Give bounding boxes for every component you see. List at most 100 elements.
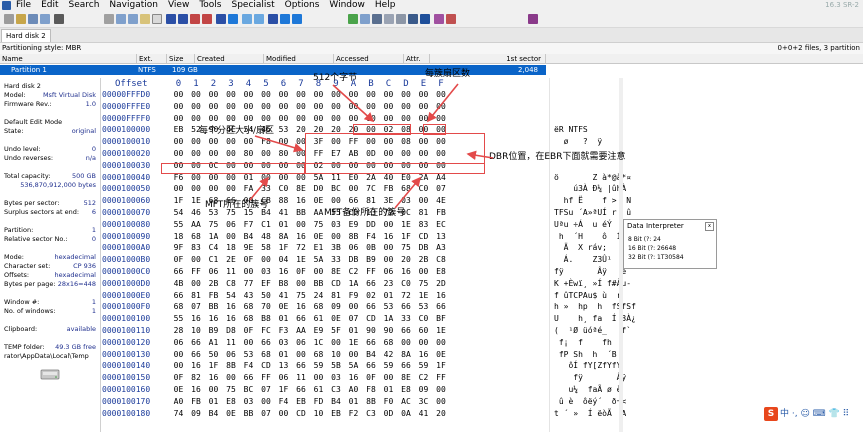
hex-byte[interactable]: B9 bbox=[206, 326, 221, 336]
hex-byte[interactable]: 16 bbox=[416, 350, 431, 360]
hex-row[interactable]: 0000100040 F6 00 00 00 01 00 00 00 5A 11 E0 2A 40 E0 2A… bbox=[101, 173, 549, 183]
hex-byte[interactable]: 48 bbox=[259, 232, 274, 242]
hex-byte[interactable]: 01 bbox=[276, 350, 291, 360]
image-icon[interactable] bbox=[360, 14, 370, 24]
hex-byte[interactable]: 01 bbox=[241, 173, 256, 183]
hex-byte[interactable]: 53 bbox=[276, 125, 291, 135]
hex-byte[interactable]: F3 bbox=[276, 326, 291, 336]
ascii-row[interactable]: f¡ f fh bbox=[554, 338, 612, 348]
hex-byte[interactable]: 07 bbox=[434, 184, 449, 194]
hex-byte[interactable]: 16 bbox=[276, 267, 291, 277]
hex-byte[interactable]: 5F bbox=[329, 326, 344, 336]
hex-byte[interactable]: 00 bbox=[259, 90, 274, 100]
hex-byte[interactable]: 00 bbox=[171, 114, 186, 124]
hex-byte[interactable]: 16 bbox=[346, 373, 361, 383]
hex-byte[interactable]: C0 bbox=[416, 184, 431, 194]
find-hex-icon[interactable] bbox=[178, 14, 188, 24]
hex-byte[interactable]: 06 bbox=[381, 267, 396, 277]
hex-byte[interactable]: 59 bbox=[381, 361, 396, 371]
hex-byte[interactable]: E9 bbox=[346, 220, 361, 230]
hex-byte[interactable]: 66 bbox=[259, 338, 274, 348]
hex-byte[interactable]: FD bbox=[311, 397, 326, 407]
hex-byte[interactable]: 01 bbox=[276, 220, 291, 230]
col-header-name[interactable]: Name bbox=[0, 54, 137, 64]
hex-byte[interactable]: 1F bbox=[276, 385, 291, 395]
hex-byte[interactable]: 0E bbox=[329, 314, 344, 324]
hex-byte[interactable]: 00 bbox=[224, 102, 239, 112]
hex-byte[interactable]: 00 bbox=[364, 90, 379, 100]
hex-byte[interactable]: 1F bbox=[434, 361, 449, 371]
hex-byte[interactable]: C8 bbox=[434, 255, 449, 265]
hex-byte[interactable]: 16 bbox=[224, 302, 239, 312]
hex-byte[interactable]: 66 bbox=[171, 267, 186, 277]
hex-byte[interactable]: 07 bbox=[259, 409, 274, 419]
menu-help[interactable]: Help bbox=[375, 0, 396, 11]
ime-toolbar[interactable]: S 中 ·, ☺ ⌨ 👕 ⠿ bbox=[764, 406, 860, 422]
hex-byte[interactable]: 00 bbox=[329, 102, 344, 112]
hex-byte[interactable]: 3E bbox=[381, 196, 396, 206]
prev-sector-icon[interactable] bbox=[280, 14, 290, 24]
hex-byte[interactable]: F8 bbox=[364, 385, 379, 395]
hex-byte[interactable]: 28 bbox=[171, 326, 186, 336]
hex-byte[interactable]: 16 bbox=[294, 232, 309, 242]
hex-byte[interactable]: 00 bbox=[346, 102, 361, 112]
hex-byte[interactable]: 66 bbox=[364, 279, 379, 289]
hex-byte[interactable]: 66 bbox=[294, 314, 309, 324]
hex-byte[interactable]: 00 bbox=[206, 90, 221, 100]
hex-byte[interactable]: 00 bbox=[416, 90, 431, 100]
save-icon[interactable] bbox=[28, 14, 38, 24]
hex-byte[interactable]: E1 bbox=[311, 243, 326, 253]
hex-byte[interactable]: 00 bbox=[206, 173, 221, 183]
hex-byte[interactable]: 1E bbox=[416, 291, 431, 301]
hex-byte[interactable]: 66 bbox=[364, 361, 379, 371]
hex-byte[interactable]: 04 bbox=[276, 255, 291, 265]
hex-byte[interactable]: FB bbox=[381, 184, 396, 194]
hex-byte[interactable]: 06 bbox=[294, 338, 309, 348]
col-header-modified[interactable]: Modified bbox=[264, 54, 334, 64]
hex-byte[interactable]: 10 bbox=[329, 350, 344, 360]
menu-edit[interactable]: Edit bbox=[41, 0, 58, 11]
ascii-row[interactable]: u¼ faÃ ø è bbox=[554, 385, 621, 395]
hex-byte[interactable]: 72 bbox=[294, 243, 309, 253]
hex-byte[interactable]: B4 bbox=[206, 409, 221, 419]
hex-byte[interactable]: 00 bbox=[364, 114, 379, 124]
hex-byte[interactable]: DB bbox=[416, 243, 431, 253]
hex-byte[interactable]: 00 bbox=[171, 90, 186, 100]
menu-view[interactable]: View bbox=[168, 0, 189, 11]
hex-byte[interactable]: 75 bbox=[224, 385, 239, 395]
hex-byte[interactable]: 00 bbox=[381, 102, 396, 112]
hex-byte[interactable]: 53 bbox=[416, 302, 431, 312]
ascii-row[interactable]: fÿ Âÿ è bbox=[554, 267, 626, 277]
hex-byte[interactable]: 00 bbox=[259, 102, 274, 112]
hex-byte[interactable]: 00 bbox=[346, 184, 361, 194]
goto-offset-icon[interactable] bbox=[216, 14, 226, 24]
hex-byte[interactable]: 16 bbox=[294, 302, 309, 312]
hex-byte[interactable]: 68 bbox=[259, 350, 274, 360]
hex-byte[interactable]: 06 bbox=[171, 338, 186, 348]
hex-byte[interactable]: 00 bbox=[189, 149, 204, 159]
hex-byte[interactable]: 41 bbox=[416, 409, 431, 419]
hex-byte[interactable]: 00 bbox=[294, 90, 309, 100]
hex-byte[interactable]: 5A bbox=[346, 361, 361, 371]
hex-byte[interactable]: 0A bbox=[399, 409, 414, 419]
hex-byte[interactable]: 72 bbox=[399, 291, 414, 301]
hex-byte[interactable]: 77 bbox=[241, 279, 256, 289]
hex-byte[interactable]: 53 bbox=[381, 302, 396, 312]
hex-byte[interactable]: 03 bbox=[276, 338, 291, 348]
hex-byte[interactable]: 00 bbox=[224, 232, 239, 242]
hex-byte[interactable]: 00 bbox=[346, 114, 361, 124]
hex-byte[interactable]: C4 bbox=[206, 243, 221, 253]
hex-byte[interactable]: FF bbox=[434, 373, 449, 383]
hex-byte[interactable]: 2D bbox=[434, 279, 449, 289]
hex-byte[interactable]: 00 bbox=[189, 173, 204, 183]
ime-status[interactable]: 中 ·, ☺ ⌨ 👕 ⠿ bbox=[780, 408, 849, 420]
hex-byte[interactable]: 33 bbox=[259, 184, 274, 194]
hex-byte[interactable]: 68 bbox=[171, 302, 186, 312]
hex-byte[interactable]: 66 bbox=[294, 385, 309, 395]
hex-byte[interactable]: 00 bbox=[399, 102, 414, 112]
clipboard-icon[interactable] bbox=[140, 14, 150, 24]
hex-byte[interactable]: 81 bbox=[329, 291, 344, 301]
ram-icon[interactable] bbox=[372, 14, 382, 24]
hex-byte[interactable]: E9 bbox=[311, 326, 326, 336]
menu-window[interactable]: Window bbox=[329, 0, 365, 11]
